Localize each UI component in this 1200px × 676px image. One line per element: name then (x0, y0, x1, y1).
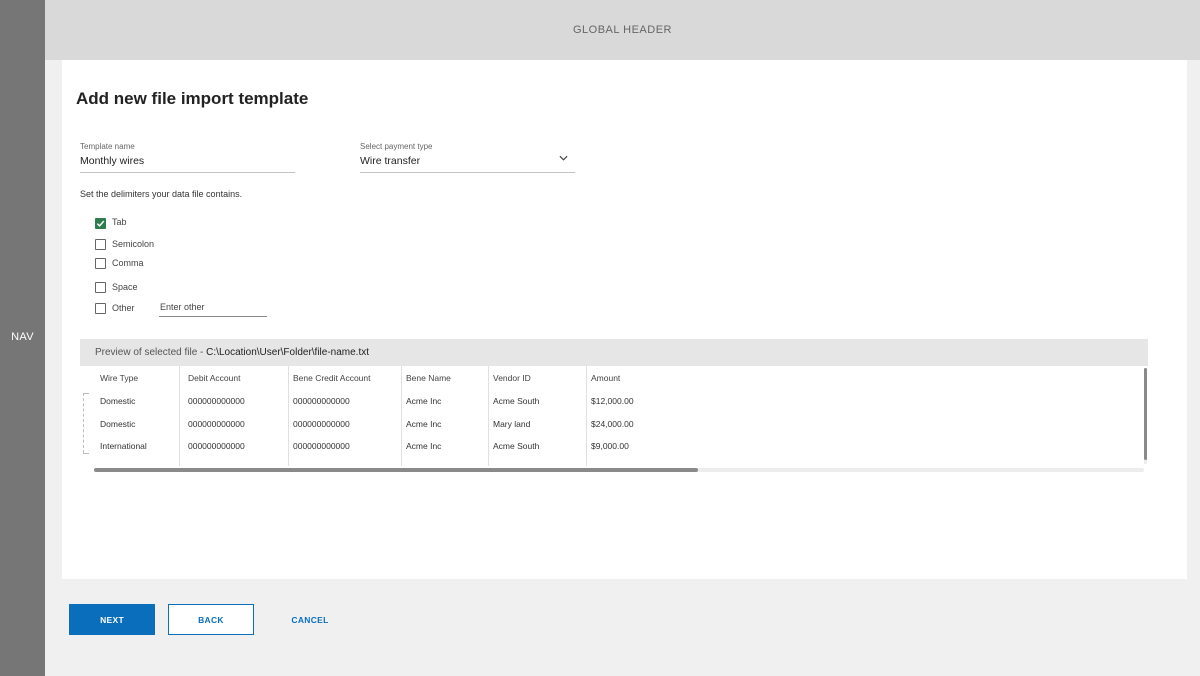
delimiter-comma[interactable]: Comma (95, 257, 144, 270)
page-title: Add new file import template (76, 89, 309, 108)
space-checkbox[interactable] (95, 282, 106, 293)
table-cell: Mary land (493, 419, 531, 429)
table-cell: $12,000.00 (591, 396, 634, 406)
table-cell: Acme Inc (406, 441, 442, 451)
payment-type-value[interactable]: Wire transfer (360, 155, 575, 167)
column-header-vendor-id: Vendor ID (493, 373, 531, 383)
global-header-label: GLOBAL HEADER (572, 24, 672, 36)
space-label: Space (112, 281, 138, 292)
table-cell: Acme South (493, 396, 540, 406)
column-divider[interactable] (288, 366, 289, 466)
delimiter-tab[interactable]: Tab (95, 217, 127, 230)
delimiter-instruction: Set the delimiters your data file contai… (80, 189, 243, 199)
delimiter-space[interactable]: Space (95, 281, 138, 294)
global-header: GLOBAL HEADER (45, 0, 1200, 60)
table-cell: Domestic (100, 419, 136, 429)
table-cell: 000000000000 (293, 419, 350, 429)
column-header-debit-account: Debit Account (188, 373, 241, 383)
preview-file-path: C:\Location\User\Folder\file-name.txt (206, 347, 370, 358)
table-cell: 000000000000 (293, 441, 350, 451)
template-name-underline (80, 172, 295, 173)
nav-sidebar: NAV (0, 0, 45, 676)
template-name-field[interactable]: Template name Monthly wires (80, 142, 295, 173)
table-cell: Acme Inc (406, 396, 442, 406)
preview-prefix: Preview of selected file - (95, 347, 207, 358)
other-label: Other (112, 303, 135, 313)
chevron-down-icon[interactable] (559, 155, 568, 161)
column-header-wire-type: Wire Type (100, 373, 139, 383)
back-button[interactable]: BACK (168, 604, 254, 635)
semicolon-checkbox[interactable] (95, 239, 106, 250)
row-guide-bottom (83, 453, 89, 454)
column-divider[interactable] (586, 366, 587, 466)
comma-label: Comma (112, 257, 144, 268)
preview-table: Wire Type Debit Account Bene Credit Acco… (80, 366, 1148, 476)
table-cell: Acme Inc (406, 419, 442, 429)
other-delimiter-placeholder[interactable]: Enter other (160, 302, 205, 312)
preview-title: Preview of selected file - C:\Location\U… (95, 347, 369, 358)
table-cell: 000000000000 (293, 396, 350, 406)
template-name-value[interactable]: Monthly wires (80, 155, 295, 167)
table-cell: 000000000000 (188, 441, 245, 451)
column-divider[interactable] (179, 366, 180, 466)
payment-type-underline (360, 172, 575, 173)
delimiter-semicolon[interactable]: Semicolon (95, 238, 154, 251)
table-cell: Domestic (100, 396, 136, 406)
vertical-scrollbar-thumb[interactable] (1144, 368, 1147, 460)
comma-checkbox[interactable] (95, 258, 106, 269)
tab-checkbox[interactable] (95, 218, 106, 229)
other-delimiter-underline (159, 316, 267, 317)
cancel-button[interactable]: CANCEL (280, 604, 340, 635)
semicolon-label: Semicolon (112, 238, 155, 249)
column-divider[interactable] (401, 366, 402, 466)
row-guide (83, 393, 91, 453)
table-cell: $9,000.00 (591, 441, 629, 451)
table-cell: International (100, 441, 147, 451)
next-button[interactable]: NEXT (69, 604, 155, 635)
preview-header: Preview of selected file - C:\Location\U… (80, 339, 1148, 366)
column-header-bene-name: Bene Name (406, 373, 451, 383)
tab-label: Tab (112, 217, 127, 227)
table-cell: Acme South (493, 441, 540, 451)
table-cell: 000000000000 (188, 396, 245, 406)
horizontal-scrollbar-thumb[interactable] (94, 468, 698, 472)
payment-type-select[interactable]: Select payment type Wire transfer (360, 142, 575, 173)
column-header-bene-credit-account: Bene Credit Account (293, 373, 371, 383)
table-cell: $24,000.00 (591, 419, 634, 429)
other-delimiter-input[interactable]: Enter other (159, 300, 267, 317)
checkmark-icon (96, 220, 105, 227)
payment-type-label: Select payment type (360, 142, 433, 151)
table-cell: 000000000000 (188, 419, 245, 429)
content-card (62, 60, 1187, 579)
nav-label: NAV (11, 331, 34, 343)
other-checkbox[interactable] (95, 303, 106, 314)
template-name-label: Template name (80, 142, 135, 151)
delimiter-other[interactable]: Other (95, 302, 135, 315)
column-header-amount: Amount (591, 373, 621, 383)
column-divider[interactable] (488, 366, 489, 466)
row-guide-top (83, 393, 89, 394)
